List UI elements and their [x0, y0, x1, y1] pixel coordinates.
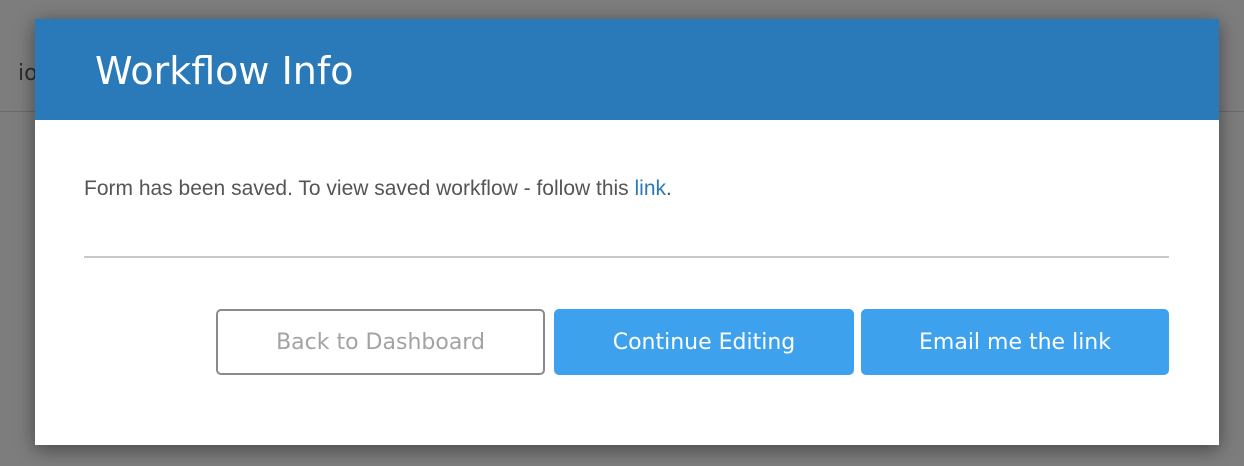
dialog-title: Workflow Info	[95, 49, 354, 93]
dialog-header: Workflow Info	[35, 19, 1219, 120]
message-end: .	[666, 177, 672, 200]
email-link-button[interactable]: Email me the link	[861, 309, 1169, 375]
dialog-divider	[84, 256, 1169, 258]
continue-editing-button[interactable]: Continue Editing	[554, 309, 854, 375]
saved-workflow-link[interactable]: link	[635, 177, 667, 200]
workflow-info-dialog: Workflow Info Form has been saved. To vi…	[35, 19, 1219, 445]
message-text: Form has been saved. To view saved workf…	[84, 177, 635, 200]
back-to-dashboard-button[interactable]: Back to Dashboard	[216, 309, 545, 375]
dialog-message: Form has been saved. To view saved workf…	[84, 177, 672, 201]
